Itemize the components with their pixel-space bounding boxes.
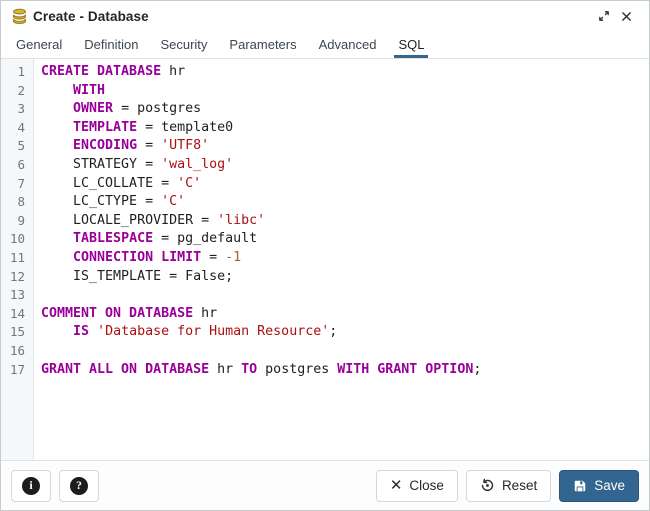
close-button[interactable]: ✕ Close	[376, 470, 458, 502]
info-icon: i	[22, 477, 40, 495]
sql-code-editor[interactable]: 1234567891011121314151617 CREATE DATABAS…	[1, 59, 649, 460]
dialog-titlebar: Create - Database	[1, 1, 649, 31]
line-number: 16	[1, 342, 33, 361]
code-line[interactable]: TEMPLATE = template0	[41, 119, 649, 138]
code-line[interactable]: OWNER = postgres	[41, 100, 649, 119]
dialog-tab-bar: General Definition Security Parameters A…	[1, 31, 649, 59]
code-line[interactable]: COMMENT ON DATABASE hr	[41, 305, 649, 324]
line-number: 5	[1, 137, 33, 156]
code-line[interactable]: TABLESPACE = pg_default	[41, 230, 649, 249]
code-line[interactable]: CREATE DATABASE hr	[41, 63, 649, 82]
maximize-button[interactable]	[593, 5, 615, 27]
line-number: 9	[1, 212, 33, 231]
line-number: 4	[1, 119, 33, 138]
close-button-label: Close	[409, 478, 444, 493]
close-dialog-button[interactable]	[615, 5, 637, 27]
reset-button-label: Reset	[502, 478, 537, 493]
line-number: 2	[1, 82, 33, 101]
line-number: 11	[1, 249, 33, 268]
close-x-icon: ✕	[390, 478, 403, 493]
code-line[interactable]: GRANT ALL ON DATABASE hr TO postgres WIT…	[41, 361, 649, 380]
line-number: 3	[1, 100, 33, 119]
reset-icon	[480, 478, 495, 493]
line-number: 1	[1, 63, 33, 82]
code-line[interactable]: LC_COLLATE = 'C'	[41, 175, 649, 194]
line-number-gutter: 1234567891011121314151617	[1, 59, 34, 460]
help-icon: ?	[70, 477, 88, 495]
close-icon	[620, 10, 633, 23]
tab-parameters[interactable]: Parameters	[219, 31, 306, 58]
create-database-dialog: Create - Database General Definition Sec…	[0, 0, 650, 511]
reset-button[interactable]: Reset	[466, 470, 551, 502]
tab-general[interactable]: General	[6, 31, 72, 58]
line-number: 14	[1, 305, 33, 324]
line-number: 17	[1, 361, 33, 380]
save-button-label: Save	[594, 478, 625, 493]
code-line[interactable]: STRATEGY = 'wal_log'	[41, 156, 649, 175]
line-number: 6	[1, 156, 33, 175]
tab-definition[interactable]: Definition	[74, 31, 148, 58]
dialog-title: Create - Database	[33, 9, 149, 24]
dialog-footer: i ? ✕ Close Reset	[1, 460, 649, 510]
line-number: 8	[1, 193, 33, 212]
code-area[interactable]: CREATE DATABASE hr WITH OWNER = postgres…	[34, 59, 649, 460]
code-line[interactable]: WITH	[41, 82, 649, 101]
tab-advanced[interactable]: Advanced	[309, 31, 387, 58]
code-line[interactable]: IS_TEMPLATE = False;	[41, 268, 649, 287]
code-line[interactable]: LC_CTYPE = 'C'	[41, 193, 649, 212]
code-line[interactable]: CONNECTION LIMIT = -1	[41, 249, 649, 268]
save-button[interactable]: Save	[559, 470, 639, 502]
line-number: 15	[1, 323, 33, 342]
code-line[interactable]: IS 'Database for Human Resource';	[41, 323, 649, 342]
save-icon	[573, 479, 587, 493]
line-number: 10	[1, 230, 33, 249]
code-line[interactable]	[41, 342, 649, 361]
code-line[interactable]	[41, 286, 649, 305]
line-number: 12	[1, 268, 33, 287]
line-number: 7	[1, 175, 33, 194]
tab-sql[interactable]: SQL	[388, 31, 434, 58]
expand-icon	[597, 9, 611, 23]
database-icon	[11, 8, 28, 25]
code-line[interactable]: LOCALE_PROVIDER = 'libc'	[41, 212, 649, 231]
help-button[interactable]: ?	[59, 470, 99, 502]
code-line[interactable]: ENCODING = 'UTF8'	[41, 137, 649, 156]
line-number: 13	[1, 286, 33, 305]
tab-security[interactable]: Security	[150, 31, 217, 58]
sql-info-button[interactable]: i	[11, 470, 51, 502]
